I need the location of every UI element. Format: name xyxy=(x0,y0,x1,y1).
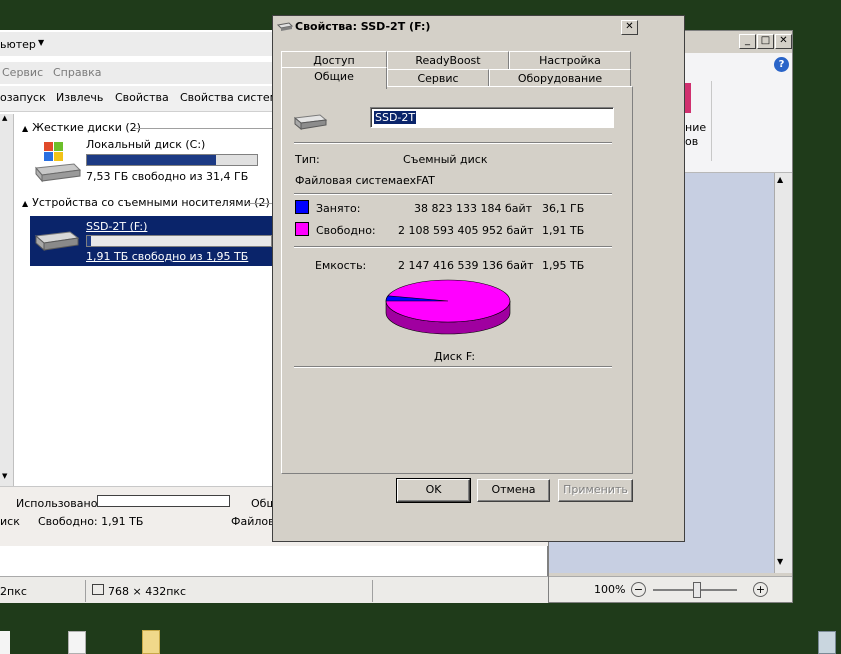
ribbon-divider xyxy=(711,81,712,161)
windows-drive-svg xyxy=(35,142,82,183)
cmd-autoplay[interactable]: озапуск xyxy=(0,91,46,104)
ribbon-label: ние xyxy=(685,121,707,134)
zoom-out-button[interactable]: − xyxy=(631,582,646,597)
usage-fill-f xyxy=(87,236,91,246)
tab-general[interactable]: Общие xyxy=(281,67,387,89)
drive-space: 1,91 ТБ свободно из 1,95 ТБ xyxy=(86,250,249,263)
filesystem-value: exFAT xyxy=(403,174,435,187)
general-tab-panel: SSD-2T Тип: Съемный диск Файловая систем… xyxy=(281,86,633,474)
separator xyxy=(294,366,612,368)
free-bytes: 2 108 593 405 952 байт xyxy=(398,224,534,237)
cmd-properties[interactable]: Свойства xyxy=(115,91,169,104)
drive-name: SSD-2T (F:) xyxy=(86,220,148,233)
scroll-up-arrow[interactable]: ▲ xyxy=(777,175,783,184)
tab-customize[interactable]: Настройка xyxy=(509,51,631,70)
chevron-down-icon[interactable]: ▼ xyxy=(38,38,44,47)
ok-button[interactable]: OK xyxy=(396,478,471,503)
usage-bar xyxy=(86,154,258,166)
drive-item-c[interactable]: Локальный диск (C:) 7,53 ГБ свободно из … xyxy=(32,138,282,188)
folder-icon[interactable] xyxy=(142,630,160,654)
free-label: Свободно: xyxy=(316,224,376,237)
removable-drive-svg xyxy=(34,231,80,252)
zoom-level: 100% xyxy=(594,583,626,596)
zoom-slider-thumb[interactable] xyxy=(693,582,701,598)
group-header-hard-disks[interactable]: ▲ Жесткие диски (2) xyxy=(22,121,141,134)
menu-item-help[interactable]: Справка xyxy=(53,66,101,79)
free-size: 1,91 ТБ xyxy=(542,224,585,237)
recycle-bin-icon[interactable] xyxy=(818,631,836,654)
removable-drive-icon xyxy=(34,226,80,254)
cancel-button[interactable]: Отмена xyxy=(477,479,550,502)
status-image-size: 768 × 432пкс xyxy=(108,585,187,598)
disk-usage-pie xyxy=(385,279,511,335)
dialog-titlebar[interactable]: Свойства: SSD-2T (F:) ✕ xyxy=(273,16,684,38)
windows-drive-icon xyxy=(34,140,82,184)
filesystem-label: Файловая система: xyxy=(295,174,407,187)
status-divider xyxy=(372,580,373,602)
group-divider xyxy=(244,203,274,204)
dialog-title: Свойства: SSD-2T (F:) xyxy=(295,20,431,33)
image-size-icon xyxy=(92,584,104,595)
used-color-swatch xyxy=(295,200,309,214)
separator xyxy=(294,193,612,195)
group-divider xyxy=(134,128,274,129)
desktop-bottom xyxy=(0,603,841,654)
scroll-up-arrow[interactable]: ▲ xyxy=(2,114,7,122)
used-size: 36,1 ГБ xyxy=(542,202,585,215)
drive-title-icon xyxy=(277,22,293,31)
zoom-in-button[interactable]: + xyxy=(753,582,768,597)
drive-item-f[interactable]: SSD-2T (F:) 1,91 ТБ свободно из 1,95 ТБ xyxy=(30,216,272,266)
drive-name-value: SSD-2T xyxy=(374,111,417,124)
separator xyxy=(294,142,612,144)
usage-bar xyxy=(86,235,272,247)
menu-item-service[interactable]: Сервис xyxy=(2,66,43,79)
close-button[interactable]: ✕ xyxy=(621,20,638,35)
cmd-system-properties[interactable]: Свойства системы xyxy=(180,91,287,104)
drive-name: Локальный диск (C:) xyxy=(86,138,206,151)
details-free-prefix: иск xyxy=(0,515,20,528)
vertical-scrollbar[interactable]: ▲ ▼ xyxy=(774,173,792,573)
tab-readyboost[interactable]: ReadyBoost xyxy=(387,51,509,70)
drive-space: 7,53 ГБ свободно из 31,4 ГБ xyxy=(86,170,249,183)
type-value: Съемный диск xyxy=(403,153,488,166)
scroll-down-arrow[interactable]: ▼ xyxy=(777,557,783,566)
help-icon[interactable]: ? xyxy=(774,57,789,72)
group-label: Жесткие диски (2) xyxy=(32,121,141,134)
drive-name-field[interactable]: SSD-2T xyxy=(370,107,614,128)
type-label: Тип: xyxy=(295,153,320,166)
group-header-removable[interactable]: ▲ Устройства со съемными носителями (2) xyxy=(22,196,270,209)
cmd-eject[interactable]: Извлечь xyxy=(56,91,103,104)
capacity-size: 1,95 ТБ xyxy=(542,259,585,272)
disk-label: Диск F: xyxy=(434,350,476,363)
address-text: ьютер xyxy=(0,38,36,51)
separator xyxy=(294,246,612,248)
drive-icon xyxy=(294,114,328,131)
apply-button[interactable]: Применить xyxy=(558,479,633,502)
properties-dialog: Свойства: SSD-2T (F:) ✕ Доступ ReadyBoos… xyxy=(272,15,685,542)
minimize-button[interactable]: _ xyxy=(739,34,756,49)
ribbon-label: ов xyxy=(685,135,699,148)
used-bytes: 38 823 133 184 байт xyxy=(414,202,533,215)
paint-status-bar: 100% − + xyxy=(549,576,792,602)
details-used-bar xyxy=(97,495,230,507)
file-icon[interactable] xyxy=(68,631,86,654)
usage-fill-c xyxy=(87,155,217,165)
status-bar: 2пкс 768 × 432пкс xyxy=(0,576,548,606)
maximize-button[interactable]: □ xyxy=(757,34,774,49)
group-label: Устройства со съемными носителями (2) xyxy=(32,196,270,209)
nav-pane-scrollbar[interactable]: ▲ ▼ xyxy=(0,114,14,486)
file-icon[interactable] xyxy=(0,631,10,654)
close-button[interactable]: ✕ xyxy=(775,34,792,49)
capacity-bytes: 2 147 416 539 136 байт xyxy=(398,259,534,272)
collapse-arrow-icon[interactable]: ▲ xyxy=(22,124,28,133)
used-label: Занято: xyxy=(316,202,361,215)
scroll-down-arrow[interactable]: ▼ xyxy=(2,472,7,480)
capacity-label: Емкость: xyxy=(315,259,367,272)
free-color-swatch xyxy=(295,222,309,236)
details-used-label: Использовано: xyxy=(16,497,102,510)
status-left: 2пкс xyxy=(0,585,27,598)
status-divider xyxy=(85,580,86,602)
collapse-arrow-icon[interactable]: ▲ xyxy=(22,199,28,208)
details-free: Свободно: 1,91 ТБ xyxy=(38,515,144,528)
